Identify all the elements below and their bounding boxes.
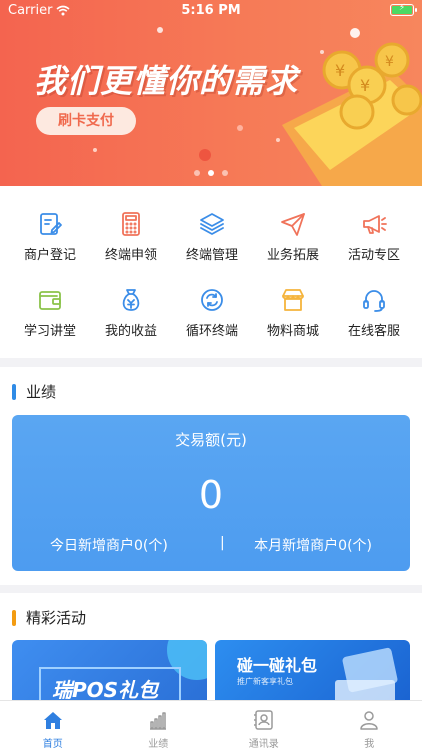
pagination-dot[interactable] [194,170,200,176]
menu-item-label: 循环终端 [185,324,238,339]
menu-item[interactable]: 我的收益 [89,286,173,356]
svg-text:¥: ¥ [360,76,370,95]
menu-item-label: 终端申领 [104,248,157,263]
activities-title-text: 精彩活动 [26,609,87,627]
section-accent-bar [12,609,16,626]
wallet-icon [8,286,92,314]
menu-item[interactable]: 终端申领 [89,210,173,280]
activity-card-text: 碰一碰礼包 [237,656,318,675]
svg-text:¥: ¥ [385,54,394,70]
menu-item-label: 我的收益 [104,324,157,339]
section-accent-bar [12,383,16,400]
today-new-merchants: 今日新增商户0(个) [50,538,168,554]
menu-item-label: 活动专区 [347,248,400,263]
menu-item-label: 物料商城 [266,324,319,339]
tab-contacts[interactable]: 通讯录 [211,701,317,750]
menu-item-label: 终端管理 [185,248,238,263]
stats-separator: | [220,535,225,551]
menu-item-label: 业务拓展 [266,248,319,263]
menu-item[interactable]: 活动专区 [332,210,416,280]
tab-bar-chart[interactable]: 业绩 [106,701,212,750]
edit-doc-icon [8,210,92,238]
banner-card-pay-button[interactable]: 刷卡支付 [36,107,136,135]
menu-item[interactable]: 物料商城 [251,286,335,356]
activity-card-text: 瑞POS礼包 [52,678,159,702]
money-bag-icon [89,286,173,314]
headset-icon [332,286,416,314]
pagination-dot[interactable] [208,170,214,176]
pagination-dot[interactable] [222,170,228,176]
activities-title: 精彩活动 [12,607,86,628]
tab-label: 业绩 [148,739,169,750]
calculator-icon [89,210,173,238]
menu-item-label: 学习讲堂 [23,324,76,339]
tab-home[interactable]: 首页 [0,701,106,750]
menu-item[interactable]: 商户登记 [8,210,92,280]
banner-pagination[interactable] [0,170,422,176]
performance-section: 业绩 交易额(元) 0 今日新增商户0(个) | 本月新增商户0(个) [0,367,422,585]
menu-item[interactable]: 学习讲堂 [8,286,92,356]
bar-chart-icon [106,709,212,731]
profile-icon [317,709,422,731]
menu-grid: 商户登记 终端申领 终端管理 业务拓展 活动专区学习讲堂 我的收益 循环终端 物料商城 在线客服 [0,186,422,358]
bottom-tab-bar: 首页 业绩 通讯录 我 [0,700,422,750]
menu-item[interactable]: 业务拓展 [251,210,335,280]
tab-label: 通讯录 [248,739,279,750]
menu-item-label: 在线客服 [347,324,400,339]
menu-item[interactable]: 循环终端 [170,286,254,356]
promo-banner[interactable]: Carrier 5:16 PM ⚡ 我们更懂你的需求 刷卡支付 ¥ ¥ ¥ [0,0,422,186]
tab-profile[interactable]: 我 [317,701,422,750]
banner-title: 我们更懂你的需求 [34,62,299,100]
layers-icon [170,210,254,238]
transaction-amount-value: 0 [198,473,224,517]
menu-item[interactable]: 在线客服 [332,286,416,356]
contacts-icon [211,709,317,731]
paper-plane-icon [251,210,335,238]
home-icon [0,709,106,731]
month-new-merchants: 本月新增商户0(个) [254,538,372,554]
store-icon [251,286,335,314]
menu-item[interactable]: 终端管理 [170,210,254,280]
megaphone-icon [332,210,416,238]
coins-phone-illustration: ¥ ¥ ¥ [282,42,422,186]
performance-title-text: 业绩 [26,383,57,401]
tab-label: 首页 [42,739,63,750]
transaction-amount-label: 交易额(元) [175,431,247,449]
performance-title: 业绩 [12,381,56,402]
tab-label: 我 [364,739,375,750]
performance-card[interactable]: 交易额(元) 0 今日新增商户0(个) | 本月新增商户0(个) [12,415,410,571]
refresh-icon [170,286,254,314]
menu-item-label: 商户登记 [23,248,76,263]
activity-card-subtitle: 推广新客享礼包 [237,677,293,686]
svg-text:¥: ¥ [335,61,345,80]
